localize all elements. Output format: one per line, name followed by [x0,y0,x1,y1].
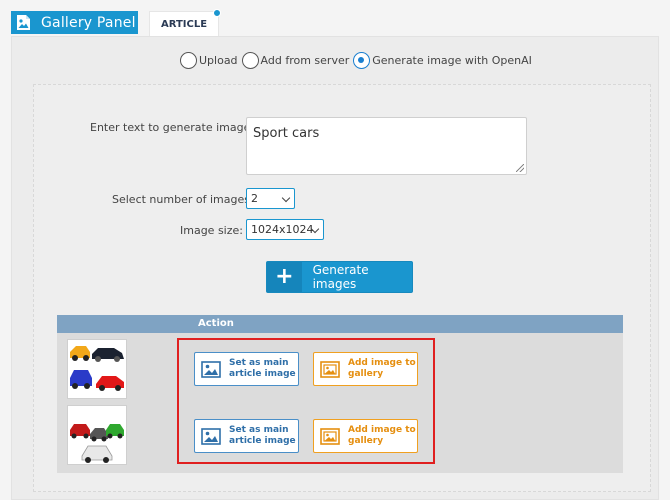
image-size-label: Image size: [180,224,243,237]
gallery-image-icon [320,427,340,445]
image-count-select[interactable]: 2 [246,188,295,209]
tab-article[interactable]: ARTICLE [149,9,221,36]
radio-label: Add from server [260,53,350,67]
generate-images-label: Generate images [312,263,369,291]
radio-circle-selected[interactable] [353,51,371,69]
plus-icon: + [275,264,294,289]
generated-image-thumbnail[interactable] [67,405,127,465]
gallery-panel-tab[interactable]: Gallery Panel [11,11,138,34]
sport-cars-thumbnail-2 [68,406,126,464]
action-column-header: Action [198,318,234,329]
resize-grip-icon[interactable] [516,164,524,172]
image-count-label: Select number of images: [112,193,254,206]
radio-upload[interactable]: Upload [180,51,238,69]
image-icon [201,360,221,378]
chevron-down-icon [281,193,291,203]
set-main-image-button[interactable]: Set as main article image [194,419,299,453]
add-to-gallery-label: Add image to gallery [348,358,416,379]
radio-circle[interactable] [241,51,259,69]
radio-label: Generate image with OpenAI [372,53,532,67]
add-to-gallery-button[interactable]: Add image to gallery [313,352,418,386]
image-source-options: Upload Add from server Generate image wi… [180,51,536,69]
prompt-textarea[interactable]: Sport cars [246,117,527,175]
generate-images-button[interactable]: + Generate images [266,261,413,293]
generated-image-thumbnail[interactable] [67,339,127,399]
radio-label: Upload [199,53,238,67]
image-size-value: 1024x1024 [251,223,314,236]
radio-add-from-server[interactable]: Add from server [241,51,350,69]
gallery-image-icon [320,360,340,378]
set-main-image-label: Set as main article image [229,425,296,446]
add-to-gallery-label: Add image to gallery [348,425,416,446]
image-size-select[interactable]: 1024x1024 [246,219,324,240]
set-main-image-button[interactable]: Set as main article image [194,352,299,386]
prompt-value: Sport cars [253,126,320,141]
panel-title: Gallery Panel [41,14,136,31]
article-tab-label: ARTICLE [160,18,208,30]
plus-icon-box: + [267,262,302,292]
sport-cars-thumbnail-1 [68,340,126,398]
results-table-header: Action [57,315,623,333]
radio-generate-openai[interactable]: Generate image with OpenAI [353,51,532,69]
notification-dot [213,9,221,17]
set-main-image-label: Set as main article image [229,358,296,379]
image-count-value: 2 [251,192,258,205]
radio-circle[interactable] [180,51,197,69]
image-file-icon [17,15,30,30]
add-to-gallery-button[interactable]: Add image to gallery [313,419,418,453]
prompt-label: Enter text to generate image: [90,121,255,134]
image-icon [201,427,221,445]
